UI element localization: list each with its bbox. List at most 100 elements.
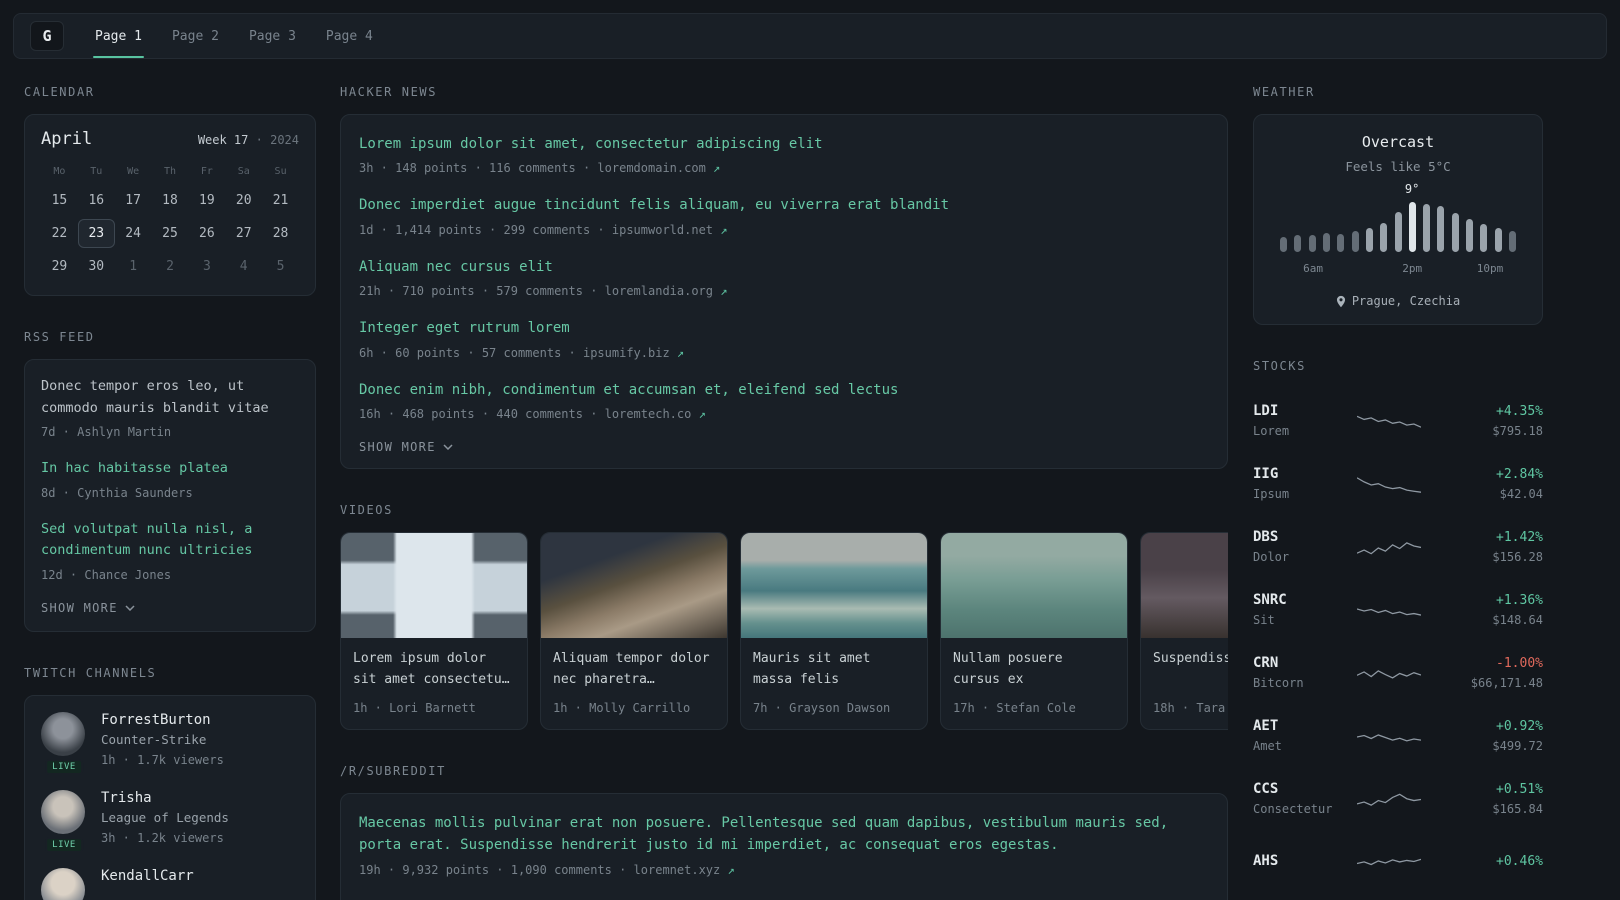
stock-row[interactable]: AET Amet +0.92% $499.72 xyxy=(1253,705,1543,768)
app-logo[interactable]: G xyxy=(30,21,64,51)
stock-name: Bitcorn xyxy=(1253,676,1304,690)
calendar-day[interactable]: 26 xyxy=(188,219,225,248)
hackernews-item-source-link[interactable]: loremlandia.org ↗ xyxy=(605,284,728,298)
calendar-day[interactable]: 18 xyxy=(152,186,189,215)
twitch-channel-name[interactable]: Trisha xyxy=(101,790,229,806)
video-card[interactable]: Nullam posuere cursus ex 17h · Stefan Col… xyxy=(940,531,1128,730)
video-thumbnail[interactable] xyxy=(341,532,527,638)
calendar-day[interactable]: 17 xyxy=(115,186,152,215)
stock-row[interactable]: DBS Dolor +1.42% $156.28 xyxy=(1253,516,1543,579)
hackernews-widget: HACKER NEWS Lorem ipsum dolor sit amet, … xyxy=(340,85,1228,469)
video-title[interactable]: Suspendisse diam xyxy=(1153,648,1228,690)
calendar-day[interactable]: 29 xyxy=(41,252,78,281)
stock-id: CCS Consectetur xyxy=(1253,781,1357,818)
right-column: WEATHER Overcast Feels like 5°C 9° 6am 2… xyxy=(1253,85,1543,900)
twitch-channel[interactable]: LIVE ForrestBurton Counter-Strike 1h · 1.7k… xyxy=(41,711,299,775)
tab-page-4[interactable]: Page 4 xyxy=(311,14,388,58)
video-meta: 1h · Lori Barnett xyxy=(353,700,476,715)
video-card[interactable]: Mauris sit amet massa felis 7h · Grayson … xyxy=(740,531,928,730)
calendar-day[interactable]: 24 xyxy=(115,219,152,248)
rss-item-title[interactable]: Donec tempor eros leo, ut commodo mauris… xyxy=(41,376,299,419)
weather-hour-bar xyxy=(1480,224,1488,252)
weather-condition: Overcast xyxy=(1361,133,1435,151)
hackernews-item-source-link[interactable]: ipsumworld.net ↗ xyxy=(612,223,728,237)
hackernews-item-title[interactable]: Donec enim nibh, condimentum et accumsan… xyxy=(359,379,1209,401)
hackernews-item-source-link[interactable]: ipsumify.biz ↗ xyxy=(583,346,684,360)
calendar-month: April xyxy=(41,129,93,149)
calendar-day[interactable]: 27 xyxy=(225,219,262,248)
stock-row[interactable]: CCS Consectetur +0.51% $165.84 xyxy=(1253,768,1543,831)
stock-change: +2.84% xyxy=(1496,466,1543,482)
calendar-day[interactable]: 4 xyxy=(225,252,262,281)
video-title[interactable]: Aliquam tempor dolor nec pharetra… xyxy=(553,648,715,690)
stock-ticker: CCS xyxy=(1253,781,1279,797)
video-thumbnail[interactable] xyxy=(741,532,927,638)
stock-id: DBS Dolor xyxy=(1253,529,1357,566)
twitch-channel-name[interactable]: ForrestBurton xyxy=(101,712,224,728)
video-title[interactable]: Lorem ipsum dolor sit amet consectetu… xyxy=(353,648,515,690)
calendar-day[interactable]: 25 xyxy=(152,219,189,248)
hackernews-item: Aliquam nec cursus elit 21h · 710 points … xyxy=(359,256,1209,300)
twitch-channel-name[interactable]: KendallCarr xyxy=(101,868,194,884)
calendar-day[interactable]: 1 xyxy=(115,252,152,281)
stock-row[interactable]: CRN Bitcorn -1.00% $66,171.48 xyxy=(1253,642,1543,705)
calendar-day[interactable]: 2 xyxy=(152,252,189,281)
video-title[interactable]: Mauris sit amet massa felis xyxy=(753,648,915,690)
calendar-day[interactable]: 16 xyxy=(78,186,115,215)
twitch-channel[interactable]: LIVE KendallCarr xyxy=(41,867,299,900)
subreddit-post-item-title[interactable]: Maecenas mollis pulvinar erat non posuer… xyxy=(359,812,1209,857)
stock-price: $66,171.48 xyxy=(1470,675,1543,690)
hackernews-item-title[interactable]: Aliquam nec cursus elit xyxy=(359,256,1209,278)
video-card[interactable]: Aliquam tempor dolor nec pharetra… 1h · M… xyxy=(540,531,728,730)
stock-ticker: SNRC xyxy=(1253,592,1287,608)
video-card[interactable]: Suspendisse diam 18h · Tara xyxy=(1140,531,1228,730)
weather-hour-label: 10pm xyxy=(1476,262,1504,275)
hackernews-item-title[interactable]: Donec imperdiet augue tincidunt felis al… xyxy=(359,194,1209,216)
stock-sparkline xyxy=(1357,858,1421,865)
calendar-day[interactable]: 19 xyxy=(188,186,225,215)
stock-row[interactable]: IIG Ipsum +2.84% $42.04 xyxy=(1253,453,1543,516)
twitch-channel[interactable]: LIVE Trisha League of Legends 3h · 1.2k vie… xyxy=(41,789,299,853)
stock-row[interactable]: LDI Lorem +4.35% $795.18 xyxy=(1253,390,1543,453)
rss-item-title[interactable]: In hac habitasse platea xyxy=(41,458,299,480)
stock-row[interactable]: SNRC Sit +1.36% $148.64 xyxy=(1253,579,1543,642)
hackernews-item-title[interactable]: Lorem ipsum dolor sit amet, consectetur … xyxy=(359,133,1209,155)
calendar-day[interactable]: 28 xyxy=(262,219,299,248)
hackernews-show-more-button[interactable]: SHOW MORE xyxy=(359,440,1209,454)
tab-page-2[interactable]: Page 2 xyxy=(157,14,234,58)
stock-id: LDI Lorem xyxy=(1253,403,1357,440)
calendar-day[interactable]: 21 xyxy=(262,186,299,215)
subreddit-widget: /R/SUBREDDIT Maecenas mollis pulvinar er… xyxy=(340,764,1228,900)
calendar-day-header: Mo xyxy=(53,166,66,177)
video-card-body: Suspendisse diam 18h · Tara xyxy=(1141,638,1228,729)
hackernews-item-source-link[interactable]: loremdomain.com ↗ xyxy=(597,161,720,175)
stock-change: +1.42% xyxy=(1496,529,1543,545)
calendar-day[interactable]: 5 xyxy=(262,252,299,281)
tab-page-3[interactable]: Page 3 xyxy=(234,14,311,58)
tab-page-1[interactable]: Page 1 xyxy=(80,14,157,58)
calendar-day[interactable]: 20 xyxy=(225,186,262,215)
stock-row[interactable]: AHS +0.46% xyxy=(1253,831,1543,894)
hackernews-item-meta: 6h · 60 points · 57 comments · ipsumify.… xyxy=(359,345,685,360)
video-title[interactable]: Nullam posuere cursus ex xyxy=(953,648,1115,690)
video-thumbnail[interactable] xyxy=(941,532,1127,638)
stock-id: AHS xyxy=(1253,853,1357,872)
video-card[interactable]: Lorem ipsum dolor sit amet consectetu… 1h… xyxy=(340,531,528,730)
calendar-day-selected[interactable]: 23 xyxy=(77,219,115,248)
stock-ticker: DBS xyxy=(1253,529,1279,545)
twitch-avatar-wrap: LIVE xyxy=(41,867,87,900)
rss-item-title[interactable]: Sed volutpat nulla nisl, a condimentum n… xyxy=(41,519,299,562)
calendar-day[interactable]: 30 xyxy=(78,252,115,281)
stock-name: Amet xyxy=(1253,739,1282,753)
calendar-day[interactable]: 15 xyxy=(41,186,78,215)
subreddit-post-item-source-link[interactable]: loremnet.xyz ↗ xyxy=(634,863,735,877)
hackernews-item-title[interactable]: Integer eget rutrum lorem xyxy=(359,317,1209,339)
video-thumbnail[interactable] xyxy=(1141,532,1228,638)
hackernews-item-source-link[interactable]: loremtech.co ↗ xyxy=(605,407,706,421)
video-thumbnail[interactable] xyxy=(541,532,727,638)
calendar-day[interactable]: 22 xyxy=(41,219,78,248)
stock-name: Ipsum xyxy=(1253,487,1290,501)
rss-show-more-button[interactable]: SHOW MORE xyxy=(41,601,299,615)
calendar-day[interactable]: 3 xyxy=(188,252,225,281)
weather-location-row: Prague, Czechia xyxy=(1270,294,1526,308)
